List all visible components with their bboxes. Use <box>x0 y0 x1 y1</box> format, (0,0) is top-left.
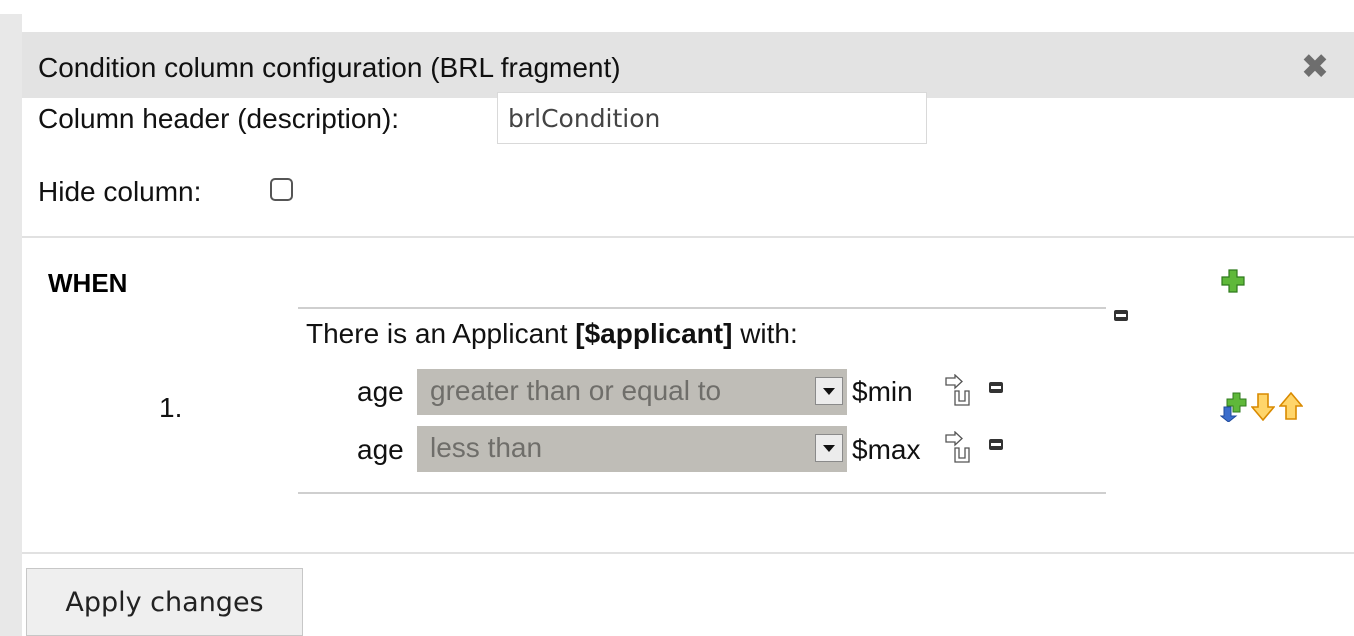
when-label: WHEN <box>48 268 128 298</box>
pattern-suffix: with: <box>740 318 798 349</box>
chevron-down-icon[interactable] <box>815 377 843 405</box>
insert-below-icon[interactable] <box>1220 392 1248 422</box>
operator-select[interactable]: less than <box>417 426 847 472</box>
move-up-icon[interactable] <box>1279 392 1303 420</box>
add-pattern-plus-icon[interactable] <box>1221 269 1245 293</box>
dialog-title: Condition column configuration (BRL frag… <box>38 52 621 83</box>
operator-selected-value: less than <box>430 432 543 463</box>
frame-top <box>0 0 1354 14</box>
apply-changes-button[interactable]: Apply changes <box>26 568 303 636</box>
remove-pattern-icon[interactable] <box>1114 310 1128 321</box>
column-header-label: Column header (description): <box>38 103 400 134</box>
operator-selected-value: greater than or equal to <box>430 375 722 406</box>
frame-left-edge <box>0 14 22 636</box>
divider <box>22 552 1354 554</box>
pattern-prefix: There is an Applicant <box>306 318 568 349</box>
pattern-top-border <box>298 307 1106 309</box>
pattern-binding[interactable]: [$applicant] <box>575 318 732 349</box>
pattern-bottom-border <box>298 492 1106 494</box>
divider <box>22 236 1354 238</box>
dialog-titlebar: Condition column configuration (BRL frag… <box>22 32 1354 98</box>
pattern-description: There is an Applicant [$applicant] with: <box>306 318 798 350</box>
edit-value-icon[interactable] <box>944 431 974 463</box>
edit-value-icon[interactable] <box>944 374 974 406</box>
operator-select[interactable]: greater than or equal to <box>417 369 847 415</box>
constraint-variable[interactable]: $min <box>852 376 913 408</box>
hide-column-label: Hide column: <box>38 176 202 207</box>
chevron-down-icon[interactable] <box>815 434 843 462</box>
row-number: 1. <box>159 392 183 423</box>
remove-constraint-icon[interactable] <box>989 382 1003 393</box>
close-icon[interactable]: ✖ <box>1298 50 1332 84</box>
constraint-field-name[interactable]: age <box>357 434 404 466</box>
hide-column-checkbox[interactable] <box>270 178 293 201</box>
constraint-variable[interactable]: $max <box>852 434 920 466</box>
column-header-input[interactable] <box>497 92 927 144</box>
condition-column-dialog: Condition column configuration (BRL frag… <box>22 14 1354 636</box>
constraint-field-name[interactable]: age <box>357 376 404 408</box>
move-down-icon[interactable] <box>1251 393 1275 421</box>
remove-constraint-icon[interactable] <box>989 439 1003 450</box>
